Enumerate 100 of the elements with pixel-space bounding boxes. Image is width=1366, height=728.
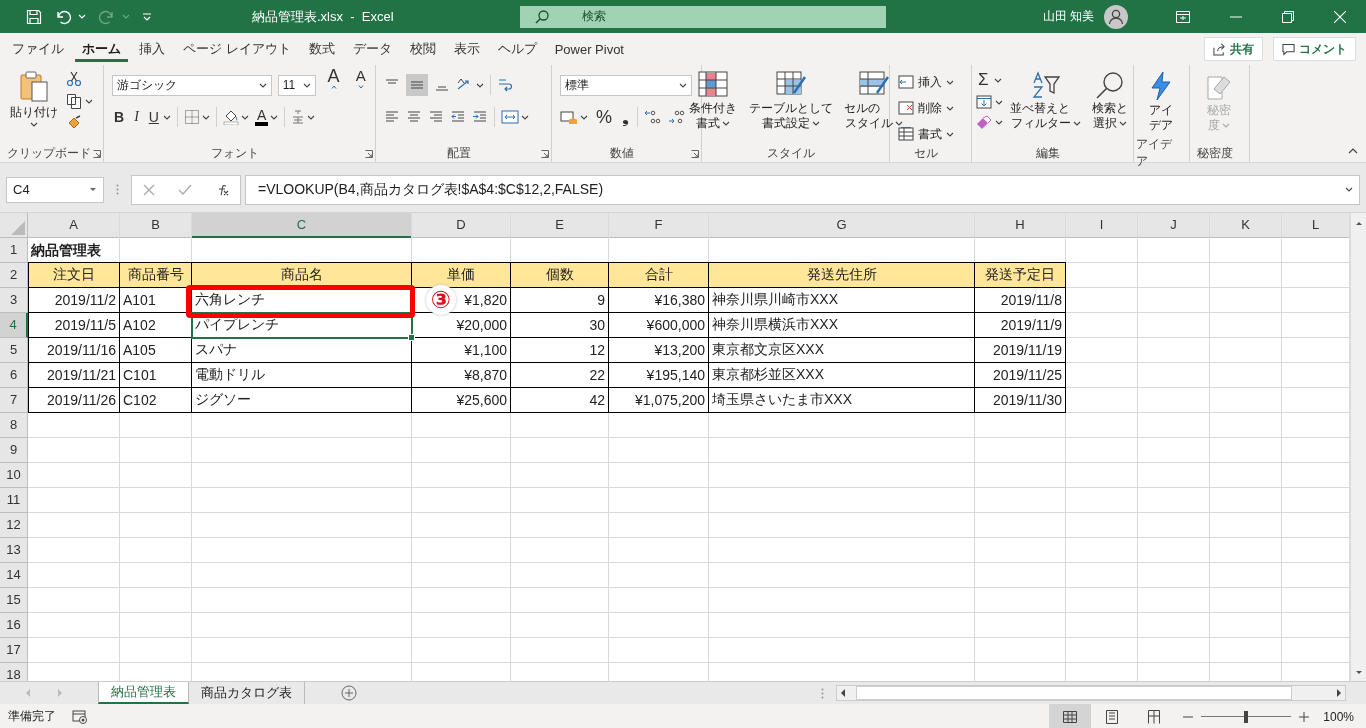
column-header[interactable]: B xyxy=(120,213,192,238)
caret-icon[interactable] xyxy=(995,119,1003,125)
row-header[interactable]: 17 xyxy=(0,638,28,663)
column-header[interactable]: C xyxy=(192,213,412,238)
zoom-thumb[interactable] xyxy=(1244,710,1249,723)
row-header[interactable]: 3 xyxy=(0,288,28,313)
ribbon-tab[interactable]: 表示 xyxy=(446,36,487,62)
row-header[interactable]: 13 xyxy=(0,538,28,563)
column-header[interactable]: F xyxy=(609,213,709,238)
scroll-down-icon[interactable] xyxy=(1354,670,1363,675)
increase-decimal-icon[interactable] xyxy=(668,109,686,125)
ribbon-tab[interactable]: Power Pivot xyxy=(547,36,631,62)
save-icon[interactable] xyxy=(26,8,42,25)
minimize-icon[interactable] xyxy=(1230,15,1242,18)
column-header[interactable]: D xyxy=(412,213,511,238)
italic-button[interactable]: I xyxy=(132,108,141,126)
customize-icon[interactable] xyxy=(142,12,152,21)
ribbon-tab[interactable]: 校閲 xyxy=(402,36,443,62)
caret-icon[interactable] xyxy=(240,114,249,120)
scroll-up-icon[interactable] xyxy=(1354,221,1363,226)
row-header[interactable]: 11 xyxy=(0,488,28,513)
check-icon[interactable] xyxy=(178,183,192,196)
column-header[interactable]: K xyxy=(1210,213,1282,238)
sheet-tab[interactable]: 納品管理表 xyxy=(98,682,189,704)
ribbon-tab[interactable]: ホーム xyxy=(75,36,128,62)
column-header[interactable]: H xyxy=(975,213,1066,238)
cell-command-button[interactable]: 削除 xyxy=(898,99,954,117)
font-name-select[interactable]: 游ゴシック xyxy=(112,74,272,96)
formula-field[interactable]: =VLOOKUP(B4,商品カタログ表!$A$4:$C$12,2,FALSE) xyxy=(245,174,1360,205)
ribbon-tab[interactable]: データ xyxy=(345,36,399,62)
shrink-font-button[interactable]: A xyxy=(350,67,371,103)
caret-icon[interactable] xyxy=(270,114,279,120)
font-color-button[interactable]: A xyxy=(254,108,269,126)
caret-icon[interactable] xyxy=(201,114,210,120)
dialog-launcher-icon[interactable] xyxy=(541,150,549,158)
ribbon-tab[interactable]: ファイル xyxy=(5,36,71,62)
autosum-button[interactable]: Σ xyxy=(976,71,991,89)
sort-filter-button[interactable]: 並べ替えとフィルター xyxy=(1007,69,1085,133)
fill-down-icon[interactable] xyxy=(976,95,992,109)
scroll-right-icon[interactable] xyxy=(1336,689,1341,697)
column-header[interactable]: E xyxy=(511,213,609,238)
normal-view-button[interactable] xyxy=(1049,704,1092,728)
caret-icon[interactable] xyxy=(476,82,484,88)
caret-icon[interactable] xyxy=(162,114,171,120)
bold-button[interactable]: B xyxy=(112,108,127,126)
dialog-launcher-icon[interactable] xyxy=(365,150,373,158)
number-format-select[interactable]: 標準 xyxy=(560,74,692,96)
find-select-button[interactable]: 検索と選択 xyxy=(1088,69,1132,133)
comment-button[interactable]: コメント xyxy=(1273,37,1356,61)
add-sheet-icon[interactable] xyxy=(341,685,357,701)
dialog-launcher-icon[interactable] xyxy=(93,150,101,158)
row-header[interactable]: 12 xyxy=(0,513,28,538)
zoom-slider[interactable] xyxy=(1201,709,1292,724)
row-header[interactable]: 8 xyxy=(0,413,28,438)
caret-icon[interactable] xyxy=(85,98,93,104)
caret-icon[interactable] xyxy=(580,114,588,120)
column-header[interactable]: G xyxy=(709,213,975,238)
row-header[interactable]: 1 xyxy=(0,238,28,263)
search-field[interactable]: 検索 xyxy=(520,5,886,28)
caret-icon[interactable] xyxy=(995,99,1003,105)
row-header[interactable]: 16 xyxy=(0,613,28,638)
fill-handle[interactable] xyxy=(408,334,415,341)
row-header[interactable]: 7 xyxy=(0,388,28,413)
drag-handle-icon[interactable] xyxy=(821,687,824,699)
user-name[interactable]: 山田 知美 xyxy=(1042,8,1094,25)
column-header[interactable]: A xyxy=(28,213,120,238)
ribbon-tab[interactable]: 数式 xyxy=(301,36,342,62)
cell-command-button[interactable]: 挿入 xyxy=(898,73,954,91)
paste-button[interactable]: 貼り付け xyxy=(8,69,60,129)
ribbon-tab[interactable]: ページ レイアウト xyxy=(176,36,298,62)
scroll-thumb[interactable] xyxy=(856,686,1292,700)
name-box[interactable]: C4 xyxy=(6,176,104,203)
row-header[interactable]: 4 xyxy=(0,313,28,338)
row-header[interactable]: 5 xyxy=(0,338,28,363)
ribbon-tab[interactable]: ヘルプ xyxy=(490,36,544,62)
row-header[interactable]: 14 xyxy=(0,563,28,588)
dialog-launcher-icon[interactable] xyxy=(691,150,699,158)
fill-color-icon[interactable] xyxy=(222,109,239,125)
scissors-icon[interactable] xyxy=(66,71,82,87)
collapse-ribbon-icon[interactable] xyxy=(1348,148,1358,154)
ribbon-display-icon[interactable] xyxy=(1176,10,1190,23)
caret-icon[interactable] xyxy=(307,114,316,120)
undo-icon[interactable] xyxy=(54,8,72,25)
style-button[interactable]: テーブルとして書式設定 xyxy=(744,69,838,133)
comma-style-button[interactable]: ❟ xyxy=(620,108,631,126)
drag-handle-icon[interactable] xyxy=(116,184,119,195)
column-header[interactable]: L xyxy=(1282,213,1350,238)
row-header[interactable]: 18 xyxy=(0,663,28,681)
restore-icon[interactable] xyxy=(1282,10,1294,23)
macro-record-icon[interactable] xyxy=(72,709,88,724)
row-header[interactable]: 9 xyxy=(0,438,28,463)
row-header[interactable]: 6 xyxy=(0,363,28,388)
close-icon[interactable] xyxy=(1334,10,1346,23)
wrap-text-icon[interactable] xyxy=(497,77,513,93)
eraser-icon[interactable] xyxy=(976,115,992,129)
zoom-in-icon[interactable] xyxy=(1299,711,1310,722)
expand-icon[interactable] xyxy=(1345,187,1353,192)
zoom-level[interactable]: 100% xyxy=(1323,709,1354,724)
caret-icon[interactable] xyxy=(521,114,529,120)
merge-center-icon[interactable] xyxy=(501,109,519,125)
